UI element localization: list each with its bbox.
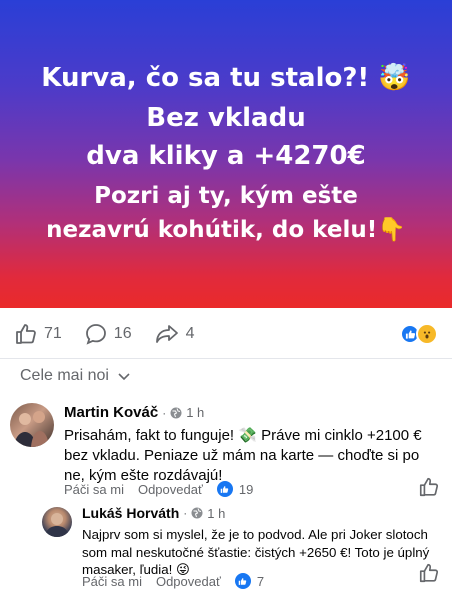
thumbs-up-icon[interactable] [418, 562, 440, 584]
share-arrow-icon [155, 325, 178, 343]
comment-header: Martin Kováč · 1 h [64, 404, 204, 421]
divider [0, 358, 452, 359]
like-reaction-icon [216, 481, 233, 497]
post-image-banner[interactable]: Kurva, čo sa tu stalo?! 🤯 Bez vkladu dva… [0, 0, 452, 308]
pointing-down-emoji: 👇 [377, 216, 406, 243]
reaction-summary[interactable] [400, 323, 438, 345]
chevron-down-icon [118, 373, 130, 381]
comment-like-button[interactable]: Páči sa mi [82, 574, 142, 589]
comment-reply-button[interactable]: Odpovedať [138, 482, 203, 497]
reaction-count: 7 [256, 573, 265, 589]
separator-dot: · [162, 405, 167, 420]
author-name[interactable]: Martin Kováč [64, 404, 158, 421]
comment-time[interactable]: 1 h [186, 405, 204, 420]
share-button[interactable]: 4 [154, 322, 195, 346]
banner-headline: Kurva, čo sa tu stalo?! 🤯 [41, 63, 411, 94]
comment-reply: Lukáš Horváth · 1 h Najprv som si myslel… [0, 502, 452, 600]
avatar[interactable] [42, 507, 72, 537]
comment: Martin Kováč · 1 h Prisahám, fakt to fun… [0, 400, 452, 500]
comment-text: Najprv som si myslel, že je to podvod. A… [82, 527, 430, 578]
author-name[interactable]: Lukáš Horváth [82, 505, 179, 521]
avatar[interactable] [10, 403, 54, 447]
share-count: 4 [185, 325, 195, 342]
banner-line-5: nezavrú kohútik, do kelu!👇 [46, 216, 406, 243]
sort-label: Cele mai noi [20, 367, 109, 384]
like-count: 71 [44, 325, 62, 342]
speech-bubble-icon [85, 324, 106, 345]
comment-time[interactable]: 1 h [207, 506, 225, 521]
like-button[interactable]: 71 [14, 322, 62, 346]
comment-like-button[interactable]: Páči sa mi [64, 482, 124, 497]
comment-header: Lukáš Horváth · 1 h [82, 505, 225, 521]
comment-reactions[interactable]: 7 [234, 573, 265, 589]
banner-line-3: dva kliky a +4270€ [86, 141, 366, 171]
globe-icon [191, 507, 203, 519]
comment-button[interactable]: 16 [84, 322, 132, 346]
exploding-head-emoji: 🤯 [378, 63, 411, 94]
comment-actions: Páči sa mi Odpovedať 7 [82, 573, 264, 589]
globe-icon [170, 407, 182, 418]
comment-count: 16 [113, 325, 132, 342]
reaction-count: 19 [238, 481, 254, 497]
comment-text: Prisahám, fakt to funguje! 💸 Práve mi ci… [64, 427, 422, 484]
comment-reply-button[interactable]: Odpovedať [156, 574, 221, 589]
banner-line-2: Bez vkladu [146, 103, 306, 134]
like-reaction-icon [234, 573, 251, 589]
wow-reaction-icon [416, 323, 438, 345]
banner-line-4: Pozri aj ty, kým ešte [94, 182, 358, 209]
thumbs-up-icon [16, 324, 36, 344]
comment-reactions[interactable]: 19 [216, 481, 254, 497]
reaction-bar: 71 16 4 [0, 316, 452, 352]
comment-sort-dropdown[interactable]: Cele mai noi [20, 367, 131, 385]
separator-dot: · [183, 506, 188, 520]
thumbs-up-icon[interactable] [418, 476, 440, 498]
comment-actions: Páči sa mi Odpovedať 19 [64, 481, 253, 497]
